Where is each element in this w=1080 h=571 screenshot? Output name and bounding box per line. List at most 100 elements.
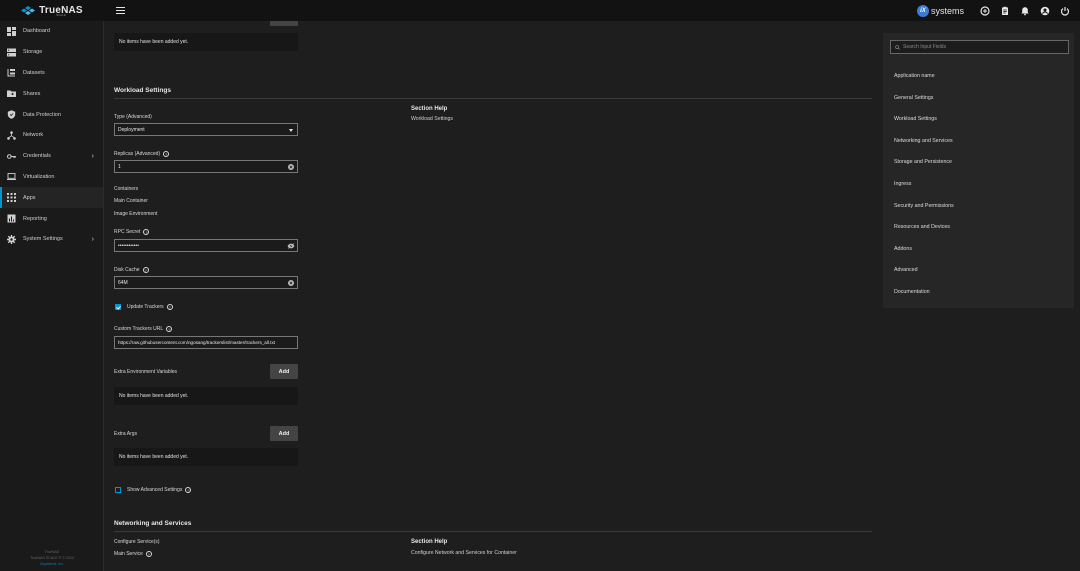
sidebar-item-label: Data Protection — [23, 111, 61, 118]
disk-cache-input[interactable]: 64M — [114, 276, 298, 289]
section-link-workload-settings[interactable]: Workload Settings — [894, 116, 937, 122]
extra-args-label: Extra Args — [114, 431, 138, 437]
sidebar-item-storage[interactable]: Storage — [0, 42, 103, 63]
sidebar-item-label: Apps — [23, 194, 36, 201]
custom-trackers-url-value: https://raw.githubusercontent.com/ngosan… — [118, 340, 276, 345]
top-right-actions: iX systems — [916, 0, 1070, 21]
ix-logo-text: systems — [930, 5, 964, 16]
add-arg-button[interactable]: Add — [270, 426, 298, 441]
extra-env-label: Extra Environment Variables — [114, 369, 177, 375]
section-link-addons[interactable]: Addons — [894, 246, 912, 252]
section-help-title: Section Help — [411, 539, 448, 545]
section-navigator-panel: Search Input Fields Application name Gene… — [883, 33, 1074, 308]
help-icon[interactable]: ? — [166, 304, 173, 310]
show-advanced-label-text: Show Advanced Settings — [127, 487, 183, 493]
account-circle-icon[interactable] — [1040, 6, 1050, 16]
section-link-security-and-permissions[interactable]: Security and Permissions — [894, 203, 954, 209]
add-button-partial[interactable] — [270, 21, 298, 26]
type-label: Type (Advanced) — [114, 114, 152, 120]
section-link-storage-and-persistence[interactable]: Storage and Persistence — [894, 159, 952, 165]
main-service-label-text: Main Service — [114, 551, 143, 557]
update-trackers-label-text: Update Trackers — [127, 304, 164, 310]
chevron-right-icon: › — [91, 235, 94, 243]
section-link-networking-and-services[interactable]: Networking and Services — [894, 138, 953, 144]
section-link-documentation[interactable]: Documentation — [894, 289, 930, 295]
key-icon — [7, 152, 16, 161]
help-icon[interactable]: ? — [185, 487, 192, 493]
search-icon — [895, 44, 900, 50]
section-link-advanced[interactable]: Advanced — [894, 267, 918, 273]
sidebar-item-datasets[interactable]: Datasets — [0, 63, 103, 84]
brand-logo[interactable]: TrueNAS SCALE — [0, 0, 104, 21]
disk-cache-value: 64M — [118, 279, 128, 286]
sidebar-item-shares[interactable]: Shares — [0, 83, 103, 104]
menu-toggle-icon[interactable] — [116, 7, 125, 14]
disk-cache-label: Disk Cache? — [114, 267, 149, 273]
help-icon[interactable]: ? — [145, 551, 152, 557]
configure-services-label: Configure Service(s) — [114, 539, 160, 545]
sidebar-item-apps[interactable]: Apps — [0, 187, 103, 209]
power-icon[interactable] — [1060, 6, 1070, 16]
laptop-icon — [7, 172, 16, 181]
show-advanced-checkbox[interactable] — [115, 487, 121, 493]
brand-sub: SCALE — [56, 13, 66, 17]
sidebar-item-label: Credentials — [23, 153, 51, 160]
chevron-right-icon: › — [91, 152, 94, 160]
sidebar-item-data-protection[interactable]: Data Protection — [0, 104, 103, 125]
help-icon[interactable]: ? — [142, 267, 149, 273]
sidebar-item-label: Storage — [23, 49, 43, 56]
sidebar-item-label: Reporting — [23, 215, 47, 222]
rpc-secret-label-text: RPC Secret — [114, 229, 141, 235]
section-link-resources-and-devices[interactable]: Resources and Devices — [894, 224, 950, 230]
custom-trackers-url-label-text: Custom Trackers URL — [114, 326, 164, 332]
sidebar-item-credentials[interactable]: Credentials › — [0, 146, 103, 167]
main-container-label: Main Container — [114, 198, 148, 204]
section-link-general-settings[interactable]: General Settings — [894, 95, 933, 101]
replicas-input[interactable]: 1 — [114, 160, 298, 173]
help-icon[interactable]: ? — [163, 151, 170, 157]
chart-icon — [7, 214, 16, 223]
search-placeholder: Search Input Fields — [903, 44, 947, 50]
sidebar-item-network[interactable]: Network — [0, 125, 103, 146]
folder-icon — [7, 89, 16, 98]
sidebar-item-reporting[interactable]: Reporting — [0, 208, 103, 229]
sidebar-item-label: Network — [23, 132, 44, 139]
help-icon[interactable]: ? — [143, 229, 150, 235]
footer-company-link[interactable]: iXsystems, Inc. — [0, 561, 104, 567]
sidebar-item-label: Virtualization — [23, 173, 55, 180]
clear-icon[interactable] — [288, 280, 294, 286]
replicas-label: Replicas (Advanced)? — [114, 151, 170, 157]
section-link-ingress[interactable]: Ingress — [894, 181, 911, 187]
dashboard-icon — [7, 26, 16, 36]
bell-icon[interactable] — [1020, 6, 1030, 16]
network-icon — [7, 131, 16, 140]
show-advanced-label: Show Advanced Settings? — [127, 487, 192, 493]
rpc-secret-label: RPC Secret? — [114, 229, 150, 235]
sidebar-item-virtualization[interactable]: Virtualization — [0, 167, 103, 188]
section-title-workload: Workload Settings — [114, 87, 171, 94]
sidebar-item-system-settings[interactable]: System Settings › — [0, 229, 103, 250]
sidebar-item-dashboard[interactable]: Dashboard — [0, 21, 103, 42]
type-select[interactable]: Deployment — [114, 123, 298, 136]
rpc-secret-input[interactable]: •••••••••••• — [114, 239, 298, 252]
eye-off-icon[interactable] — [287, 243, 295, 249]
help-icon[interactable]: ? — [166, 326, 173, 332]
section-divider — [114, 531, 872, 532]
main-service-label: Main Service? — [114, 551, 152, 557]
clipboard-tasks-icon[interactable] — [1000, 6, 1010, 16]
empty-list-placeholder: No items have been added yet. — [114, 448, 298, 466]
update-trackers-label: Update Trackers? — [127, 304, 173, 310]
sidebar-item-label: Datasets — [23, 69, 45, 76]
truecommand-icon[interactable] — [980, 5, 990, 16]
storage-icon — [7, 48, 16, 57]
apps-grid-icon — [7, 193, 16, 203]
search-input[interactable]: Search Input Fields — [890, 40, 1069, 54]
add-env-button[interactable]: Add — [270, 364, 298, 379]
section-link-application-name[interactable]: Application name — [894, 73, 935, 79]
custom-trackers-url-input[interactable]: https://raw.githubusercontent.com/ngosan… — [114, 336, 298, 349]
empty-list-placeholder: No items have been added yet. — [114, 387, 298, 405]
datasets-icon — [7, 68, 16, 77]
ixsystems-logo[interactable]: iX systems — [916, 4, 964, 17]
update-trackers-checkbox[interactable] — [115, 304, 121, 310]
clear-icon[interactable] — [288, 164, 294, 170]
